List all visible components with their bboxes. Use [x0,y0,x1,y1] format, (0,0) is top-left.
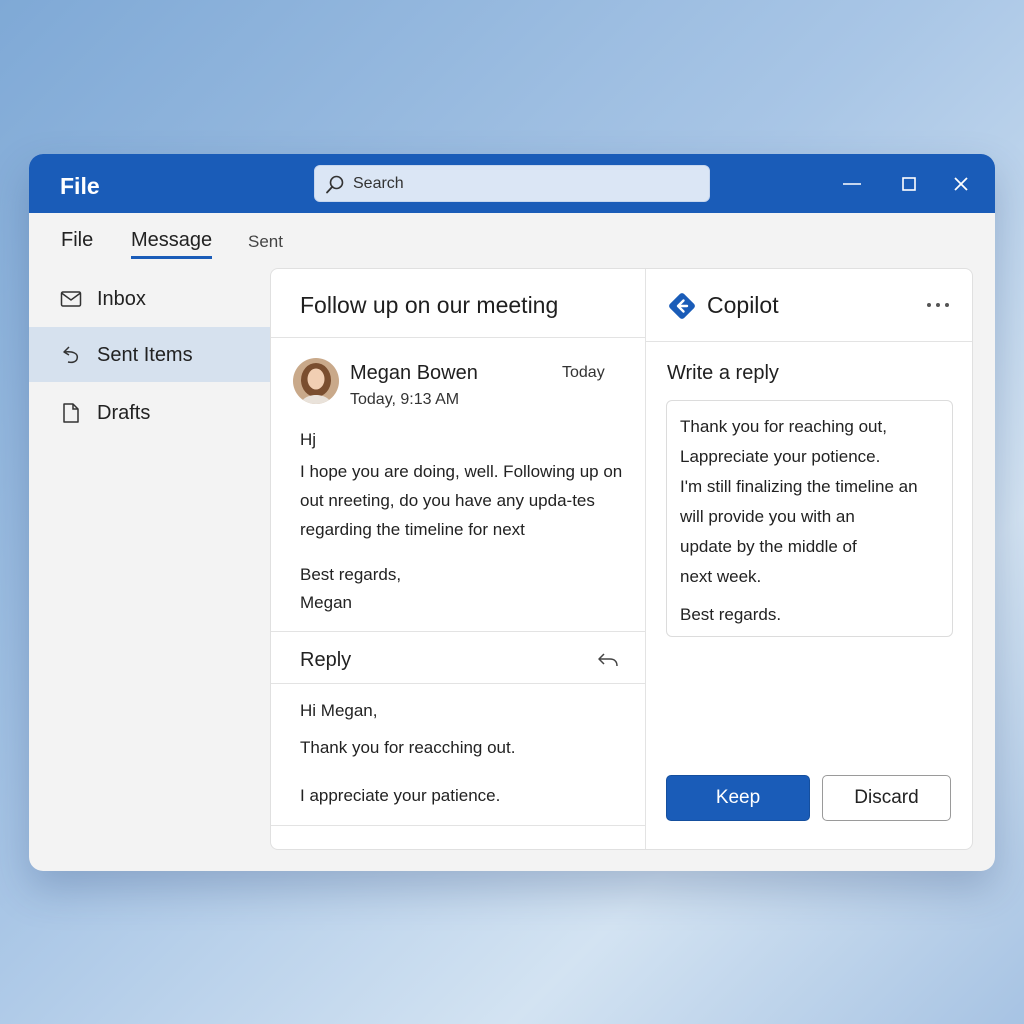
menu-message-label: Message [131,229,213,251]
divider [645,341,972,342]
menu-bar: File Message Sent [29,213,995,268]
app-title: File [60,173,100,199]
email-greeting: Hj [300,430,317,449]
menu-file[interactable]: File [61,229,93,252]
reply-line[interactable]: Hi Megan, [300,701,377,721]
minimize-icon [843,183,861,185]
divider [271,683,645,684]
sidebar-item-drafts[interactable]: Drafts [29,385,270,440]
more-options-icon[interactable] [925,301,951,309]
sidebar-item-sent-items[interactable]: Sent Items [29,327,270,382]
sidebar-item-inbox[interactable]: Inbox [29,271,270,326]
menu-context-label: Sent [248,232,283,251]
sent-icon [63,346,79,364]
draft-line: Lappreciate your potience. [680,447,881,466]
sender-name[interactable]: Megan Bowen [350,362,478,385]
draft-icon [63,403,79,423]
reply-icon[interactable] [597,651,619,669]
discard-button[interactable]: Discard [822,775,951,821]
minimize-button[interactable] [839,171,865,197]
avatar-image [293,358,339,404]
divider [271,337,645,338]
folder-sidebar: Inbox Sent Items Drafts [29,268,270,871]
email-subject: Follow up on our meeting [300,292,559,318]
email-reading-pane: Follow up on our meeting Megan Bowen Tod… [271,269,646,849]
reply-heading[interactable]: Reply [300,649,351,672]
mail-icon [60,291,82,307]
title-bar: File [29,154,995,213]
sidebar-item-label: Inbox [97,288,146,310]
reply-line[interactable]: Thank you for reacching out. [300,738,515,758]
draft-line: I'm still finalizing the timeline an [680,477,918,496]
search-icon [326,175,344,194]
content-card: Follow up on our meeting Megan Bowen Tod… [270,268,973,850]
draft-line: next week. [680,567,762,586]
menu-message[interactable]: Message [131,229,213,259]
maximize-icon [902,177,916,191]
write-reply-heading: Write a reply [667,362,779,384]
reply-line[interactable]: I appreciate your patience. [300,786,500,806]
divider [271,631,645,632]
suggested-reply-box[interactable]: Thank you for reaching out, Lappreciate … [666,400,953,637]
mail-window: File File Message [29,154,995,871]
email-closing-line: Best regards, [300,565,402,584]
sidebar-item-label: Drafts [97,402,151,424]
draft-line: update by the middle of [680,537,857,556]
draft-line: Thank you for reaching out, [680,417,887,436]
close-button[interactable] [948,171,974,197]
copilot-pane: Copilot Write a reply Thank you for reac… [645,269,972,849]
email-closing: Best regards, Megan [300,561,401,617]
sidebar-item-label: Sent Items [97,344,193,366]
close-icon [954,177,968,191]
copilot-logo-icon [669,293,695,319]
divider [271,825,645,826]
email-date: Today [562,364,605,381]
email-signature: Megan [300,593,352,612]
avatar[interactable] [293,358,339,404]
copilot-title: Copilot [707,292,779,318]
search-input[interactable] [353,166,693,201]
active-tab-indicator [131,256,213,259]
maximize-button[interactable] [896,171,922,197]
draft-line: Best regards. [680,605,782,624]
draft-line: will provide you with an [680,507,855,526]
email-sent-time: Today, 9:13 AM [350,391,460,408]
keep-button[interactable]: Keep [666,775,810,821]
search-box[interactable] [314,165,710,202]
email-body: I hope you are doing, well. Following up… [300,462,623,539]
